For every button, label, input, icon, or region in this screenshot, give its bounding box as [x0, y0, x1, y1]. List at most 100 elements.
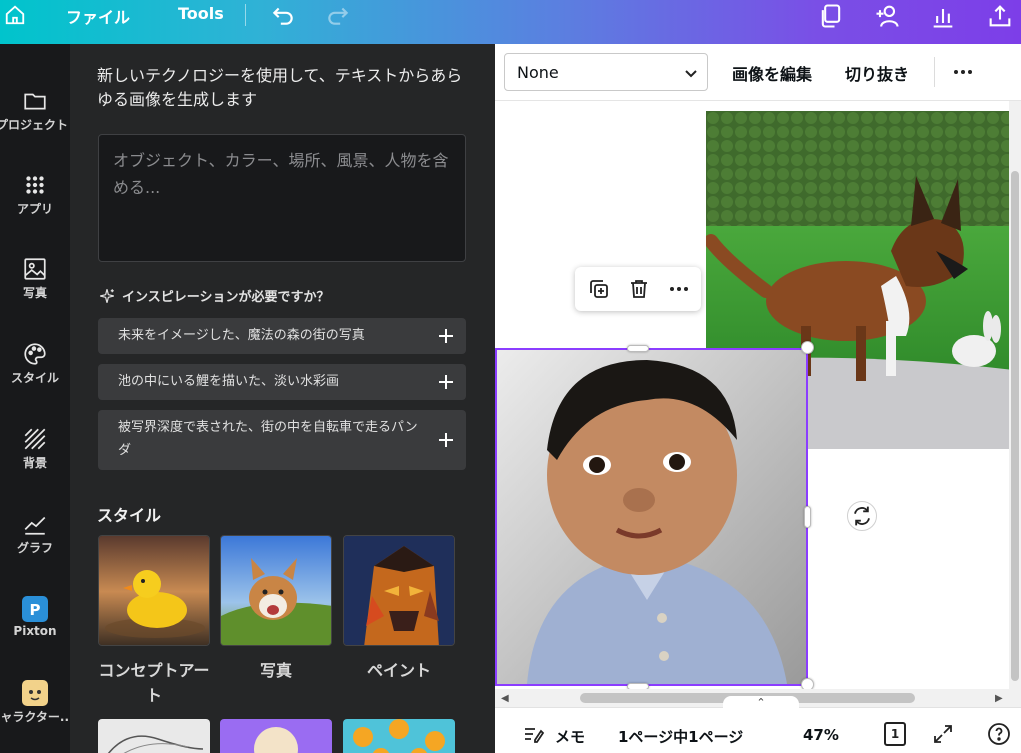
rail-item-projects[interactable]: プロジェクト: [0, 88, 70, 158]
rail-item-photos[interactable]: 写真: [0, 256, 70, 326]
zoom-level[interactable]: 47%: [803, 726, 839, 744]
insights-chart-icon[interactable]: [929, 2, 957, 30]
resize-handle-right[interactable]: [804, 506, 811, 528]
scroll-left-arrow-icon[interactable]: ◀: [501, 693, 509, 704]
style-thumb-pattern[interactable]: [343, 719, 455, 753]
show-pages-button[interactable]: ⌃: [723, 696, 799, 712]
resize-handle-top-right[interactable]: [801, 341, 814, 354]
rail-item-charts[interactable]: グラフ: [0, 511, 70, 581]
suggestion-item[interactable]: 未来をイメージした、魔法の森の街の写真: [98, 318, 466, 354]
notes-button[interactable]: メモ: [555, 726, 585, 747]
rail-item-apps[interactable]: アプリ: [0, 172, 70, 242]
rail-label: キャラクター...: [0, 710, 74, 724]
filter-select-value: None: [517, 63, 559, 82]
plus-icon[interactable]: [438, 374, 454, 390]
suggestion-text: 池の中にいる鯉を描いた、淡い水彩画: [118, 374, 340, 389]
character-icon: [22, 680, 48, 706]
text-to-image-panel: 新しいテクノロジーを使用して、テキストからあらゆる画像を生成します オブジェクト…: [70, 44, 495, 753]
duplicate-page-icon[interactable]: [817, 2, 845, 30]
rail-label: プロジェクト: [0, 118, 68, 132]
corgi-photo: [221, 536, 331, 645]
rotate-button[interactable]: [847, 501, 877, 531]
rail-item-background[interactable]: 背景: [0, 426, 70, 496]
element-floating-toolbar: [575, 267, 701, 311]
page-count: 1: [890, 727, 900, 741]
resize-handle-bottom-right[interactable]: [801, 678, 814, 689]
vertical-scroll-thumb[interactable]: [1011, 171, 1019, 681]
footer-bar: ⌃ メモ 1ページ中1ページ 47% 1: [495, 696, 1021, 753]
pixton-icon: P: [22, 596, 48, 622]
chevron-up-icon: ⌃: [756, 696, 766, 709]
toolbar-divider: [934, 57, 935, 87]
tools-menu[interactable]: Tools: [178, 4, 224, 23]
rail-label: グラフ: [16, 541, 53, 555]
style-thumb-sketch[interactable]: [98, 719, 210, 753]
prompt-placeholder: オブジェクト、カラー、場所、風景、人物を含める...: [113, 151, 449, 197]
scroll-right-arrow-icon[interactable]: ▶: [995, 693, 1003, 704]
left-rail: プロジェクト アプリ 写真 スタイル 背景 グラフ P Pixton キャラクタ…: [0, 44, 74, 753]
orange-pattern-preview: [353, 719, 445, 753]
style-label-photo: 写真: [259, 661, 292, 680]
redo-icon[interactable]: [325, 2, 351, 28]
file-menu[interactable]: ファイル: [66, 4, 130, 28]
chart-icon: [24, 516, 46, 535]
svg-text:P: P: [30, 601, 41, 619]
rail-item-styles[interactable]: スタイル: [0, 341, 70, 411]
share-people-icon[interactable]: [873, 2, 901, 30]
rail-item-pixton[interactable]: P Pixton: [0, 596, 70, 666]
inspiration-heading: インスピレーションが必要ですか？: [98, 286, 329, 305]
background-icon: [24, 428, 46, 450]
more-options-icon[interactable]: [667, 277, 691, 301]
plus-icon[interactable]: [438, 432, 454, 448]
rail-label: スタイル: [10, 371, 59, 385]
rotate-icon: [854, 506, 870, 526]
design-canvas[interactable]: [495, 101, 1021, 689]
photo-icon: [24, 258, 46, 280]
help-icon[interactable]: [987, 722, 1011, 746]
inspiration-heading-text: インスピレーションが必要ですか？: [122, 290, 330, 305]
paint-portrait: [344, 536, 454, 645]
rail-label: アプリ: [16, 202, 53, 216]
prompt-input[interactable]: オブジェクト、カラー、場所、風景、人物を含める...: [98, 134, 466, 262]
style-thumb-concept-art[interactable]: [98, 535, 210, 646]
style-thumb-paint[interactable]: [343, 535, 455, 646]
trash-icon[interactable]: [627, 277, 651, 301]
style-thumb-3d[interactable]: [220, 719, 332, 753]
chevron-down-icon: [685, 70, 697, 78]
sketch-preview: [107, 735, 204, 753]
notes-icon[interactable]: [521, 722, 545, 746]
folder-icon: [24, 93, 46, 110]
style-label-concept-art: コンセプトアート: [98, 661, 210, 705]
resize-handle-top[interactable]: [627, 345, 649, 352]
suggestion-text: 未来をイメージした、魔法の森の街の写真: [118, 328, 365, 343]
style-thumb-photo[interactable]: [220, 535, 332, 646]
style-section-title: スタイル: [97, 506, 162, 525]
panel-heading: 新しいテクノロジーを使用して、テキストからあらゆる画像を生成します: [97, 66, 463, 109]
style-label-paint: ペイント: [366, 661, 431, 680]
suggestion-item[interactable]: 池の中にいる鯉を描いた、淡い水彩画: [98, 364, 466, 400]
upload-share-icon[interactable]: [986, 2, 1014, 30]
rail-item-characters[interactable]: キャラクター...: [0, 680, 74, 750]
undo-icon[interactable]: [270, 2, 296, 28]
suggestion-item[interactable]: 被写界深度で表された、街の中を自転車で走るパンダ: [98, 410, 466, 470]
plus-icon[interactable]: [438, 328, 454, 344]
vertical-scrollbar[interactable]: [1009, 101, 1021, 689]
fullscreen-icon[interactable]: [931, 722, 955, 746]
suggestion-text: 被写界深度で表された、街の中を自転車で走るパンダ: [118, 420, 418, 458]
toolbar-divider: [245, 4, 246, 26]
duplicate-icon[interactable]: [587, 277, 611, 301]
rail-label: Pixton: [13, 624, 57, 638]
top-bar: ファイル Tools: [0, 0, 1021, 44]
home-icon[interactable]: [4, 4, 26, 26]
edit-image-button[interactable]: 画像を編集: [732, 61, 812, 85]
baby-image[interactable]: [495, 348, 808, 686]
apps-grid-icon: [26, 176, 44, 194]
3d-preview: [254, 727, 298, 753]
rail-label: 背景: [22, 456, 47, 470]
context-toolbar: None 画像を編集 切り抜き: [495, 44, 1021, 101]
pages-grid-button[interactable]: 1: [884, 722, 906, 746]
filter-select[interactable]: None: [504, 53, 708, 91]
more-options-icon[interactable]: [951, 60, 975, 84]
crop-button[interactable]: 切り抜き: [845, 61, 909, 85]
baby-photo: [497, 350, 806, 684]
